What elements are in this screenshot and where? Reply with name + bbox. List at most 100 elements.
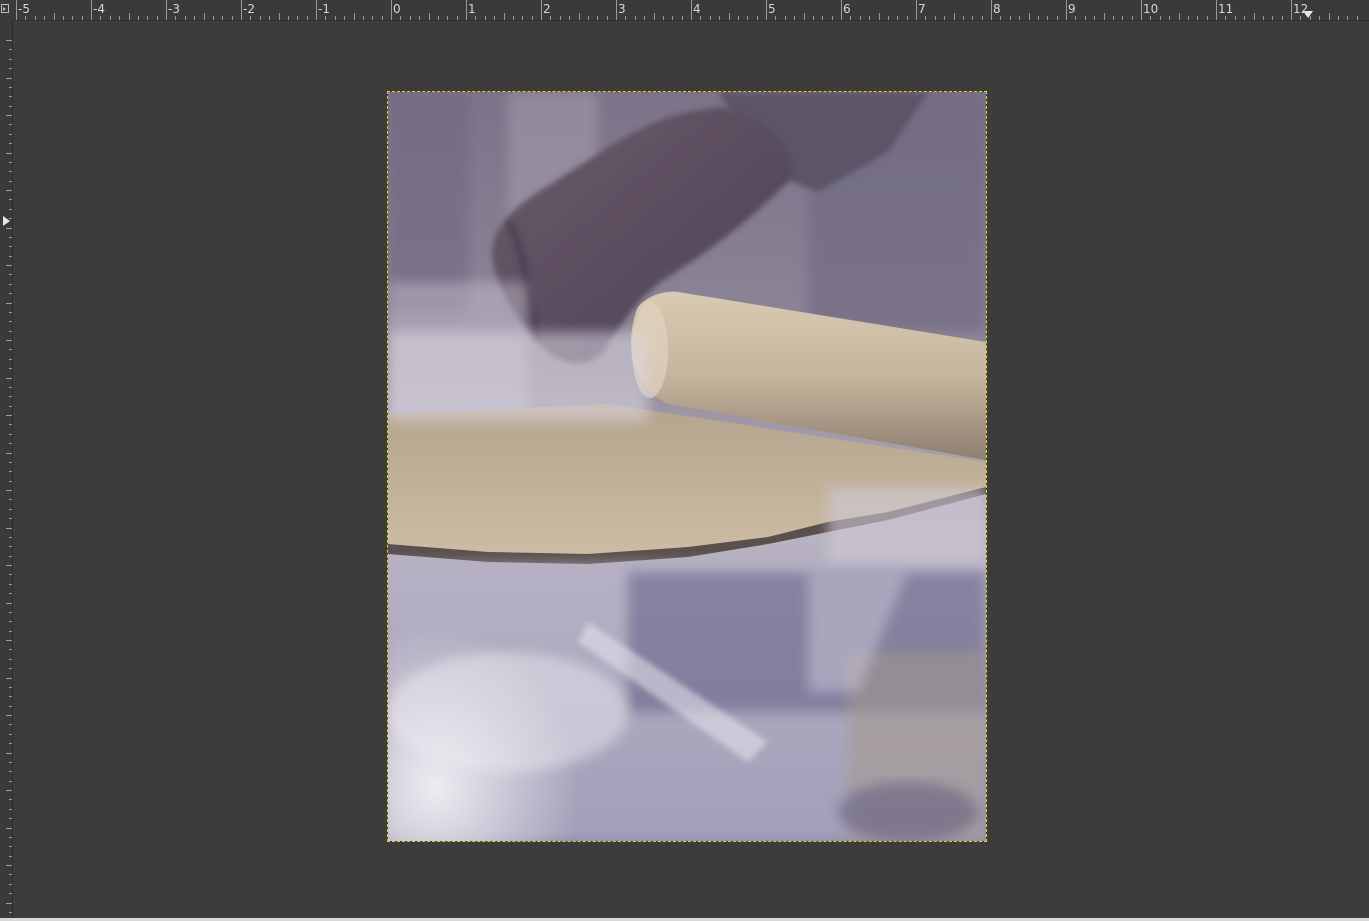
ruler-minor-tick — [6, 790, 12, 791]
ruler-minor-tick — [6, 490, 12, 491]
ruler-minor-tick — [1188, 16, 1189, 20]
ruler-minor-tick — [719, 16, 720, 20]
ruler-minor-tick — [9, 481, 12, 482]
ruler-minor-tick — [260, 16, 261, 20]
ruler-minor-tick — [832, 16, 833, 20]
ruler-minor-tick — [129, 13, 130, 20]
ruler-minor-tick — [560, 16, 561, 20]
ruler-minor-tick — [6, 415, 12, 416]
ruler-minor-tick — [9, 321, 12, 322]
ruler-minor-tick — [9, 68, 12, 69]
ruler-minor-tick — [9, 781, 12, 782]
ruler-minor-tick — [363, 16, 364, 20]
ruler-minor-tick — [9, 912, 12, 913]
ruler-minor-tick — [550, 16, 551, 20]
ruler-minor-tick — [288, 16, 289, 20]
ruler-major-tick — [241, 0, 242, 20]
ruler-minor-tick — [9, 462, 12, 463]
ruler-minor-tick — [785, 16, 786, 20]
ruler-tick-label: 8 — [993, 2, 1001, 16]
ruler-minor-tick — [297, 16, 298, 20]
ruler-minor-tick — [54, 13, 55, 20]
ruler-major-tick — [16, 0, 17, 20]
horizontal-ruler[interactable]: -5 -4 -3 -2 -1 0 1 2 3 4 5 6 7 8 9 10 11 12 — [12, 0, 1369, 21]
ruler-minor-tick — [1300, 16, 1301, 20]
ruler-major-tick — [91, 0, 92, 20]
ruler-minor-tick — [9, 743, 12, 744]
ruler-tick-label: 10 — [1143, 2, 1159, 16]
ruler-minor-tick — [1197, 16, 1198, 20]
ruler-minor-tick — [269, 16, 270, 20]
ruler-minor-tick — [185, 16, 186, 20]
ruler-tick-label: -2 — [243, 2, 255, 16]
ruler-minor-tick — [9, 87, 12, 88]
ruler-minor-tick — [6, 340, 12, 341]
ruler-minor-tick — [9, 537, 12, 538]
ruler-tick-label: 0 — [393, 2, 401, 16]
ruler-minor-tick — [6, 78, 12, 79]
ruler-minor-tick — [9, 396, 12, 397]
ruler-minor-tick — [157, 16, 158, 20]
ruler-minor-tick — [9, 771, 12, 772]
ruler-minor-tick — [579, 13, 580, 20]
ruler-minor-tick — [9, 574, 12, 575]
ruler-tick-label: 1 — [468, 2, 476, 16]
ruler-minor-tick — [9, 143, 12, 144]
ruler-major-tick — [166, 0, 167, 20]
ruler-minor-tick — [963, 16, 964, 20]
ruler-minor-tick — [625, 16, 626, 20]
ruler-minor-tick — [532, 16, 533, 20]
ruler-minor-tick — [1019, 16, 1020, 20]
ruler-minor-tick — [1207, 16, 1208, 20]
ruler-minor-tick — [147, 16, 148, 20]
ruler-minor-tick — [1357, 16, 1358, 20]
ruler-tick-label: 5 — [768, 2, 776, 16]
quick-mask-toggle-icon[interactable] — [1, 4, 9, 13]
ruler-tick-label: 2 — [543, 2, 551, 16]
ruler-minor-tick — [907, 16, 908, 20]
ruler-minor-tick — [1085, 16, 1086, 20]
ruler-minor-tick — [400, 16, 401, 20]
ruler-minor-tick — [232, 16, 233, 20]
ruler-minor-tick — [372, 16, 373, 20]
ruler-minor-tick — [44, 16, 45, 20]
ruler-minor-tick — [504, 13, 505, 20]
ruler-minor-tick — [9, 434, 12, 435]
ruler-minor-tick — [9, 406, 12, 407]
ruler-major-tick — [1291, 0, 1292, 20]
ruler-major-tick — [541, 0, 542, 20]
ruler-minor-tick — [513, 16, 514, 20]
ruler-minor-tick — [9, 106, 12, 107]
ruler-minor-tick — [9, 218, 12, 219]
ruler-minor-tick — [100, 16, 101, 20]
ruler-minor-tick — [9, 96, 12, 97]
ruler-major-tick — [466, 0, 467, 20]
ruler-minor-tick — [9, 687, 12, 688]
ruler-minor-tick — [9, 443, 12, 444]
ruler-minor-tick — [1029, 13, 1030, 20]
ruler-minor-tick — [6, 453, 12, 454]
ruler-minor-tick — [9, 509, 12, 510]
ruler-minor-tick — [9, 659, 12, 660]
ruler-minor-tick — [9, 621, 12, 622]
ruler-minor-tick — [982, 16, 983, 20]
ruler-minor-tick — [9, 387, 12, 388]
ruler-minor-tick — [9, 668, 12, 669]
ruler-minor-tick — [354, 13, 355, 20]
image-canvas[interactable] — [388, 92, 986, 841]
ruler-minor-tick — [6, 378, 12, 379]
ruler-major-tick — [916, 0, 917, 20]
ruler-minor-tick — [1254, 13, 1255, 20]
ruler-minor-tick — [9, 209, 12, 210]
ruler-minor-tick — [9, 884, 12, 885]
ruler-minor-tick — [438, 16, 439, 20]
ruler-minor-tick — [9, 546, 12, 547]
vertical-ruler[interactable] — [0, 20, 13, 921]
ruler-minor-tick — [9, 368, 12, 369]
ruler-minor-tick — [72, 16, 73, 20]
ruler-minor-tick — [1169, 16, 1170, 20]
ruler-minor-tick — [9, 162, 12, 163]
ruler-minor-tick — [9, 424, 12, 425]
ruler-minor-tick — [729, 13, 730, 20]
ruler-minor-tick — [9, 631, 12, 632]
